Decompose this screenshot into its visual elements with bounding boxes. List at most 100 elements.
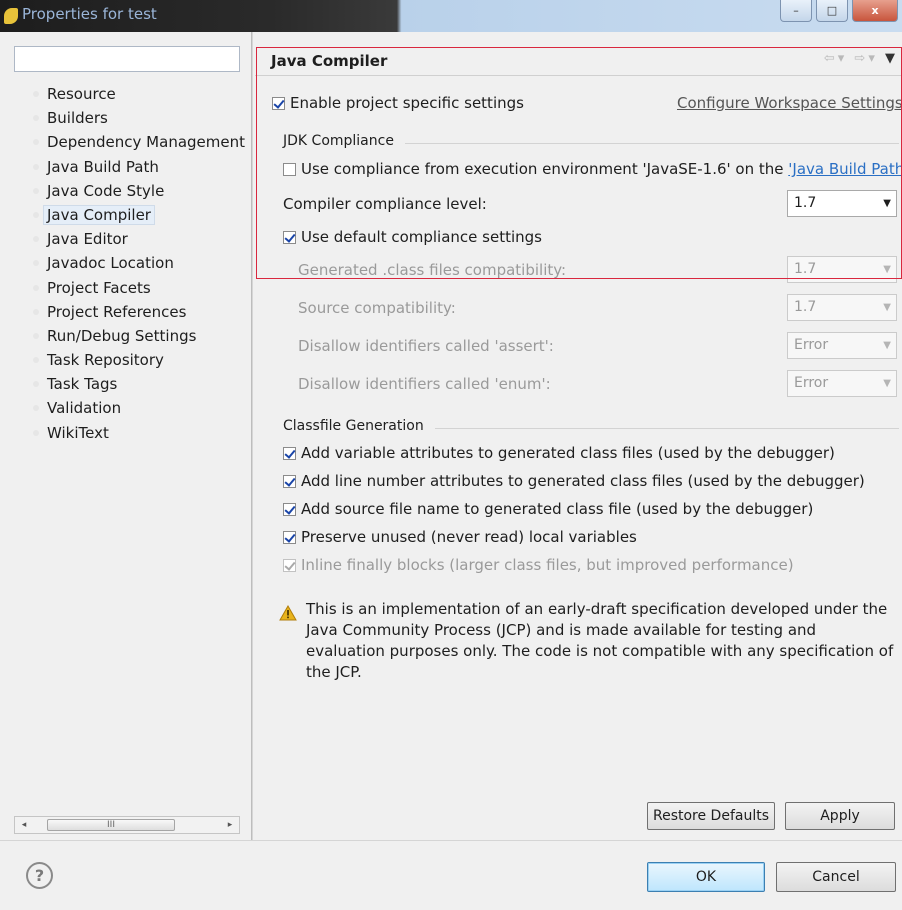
assert-identifier-select[interactable]: Error ▼ — [787, 332, 897, 359]
tree-bullet-icon — [33, 429, 39, 436]
apply-button[interactable]: Apply — [785, 802, 895, 830]
generated-compat-label: Generated .class files compatibility: — [298, 261, 567, 279]
property-page-tree-pane: Resource Builders Dependency Management Jav… — [0, 32, 251, 840]
use-exec-env-checkbox[interactable] — [283, 163, 296, 176]
tree-item[interactable]: Project References — [0, 300, 251, 324]
tree-bullet-icon — [33, 91, 39, 97]
close-button[interactable]: x — [852, 0, 898, 22]
generated-compat-select[interactable]: 1.7 ▼ — [787, 256, 897, 283]
source-compat-select[interactable]: 1.7 ▼ — [787, 294, 897, 321]
help-icon[interactable]: ? — [26, 862, 53, 889]
minimize-button[interactable]: – — [780, 0, 812, 22]
tree-item[interactable]: Validation — [0, 396, 251, 420]
tree-bullet-icon — [33, 405, 39, 412]
classfile-generation-group-title: Classfile Generation — [283, 418, 424, 434]
compliance-level-label: Compiler compliance level: — [283, 195, 487, 213]
warning-icon — [279, 605, 297, 621]
tree-item-label: Java Editor — [47, 230, 128, 249]
use-exec-env-compliance[interactable]: Use compliance from execution environmen… — [283, 160, 902, 178]
compliance-level-value: 1.7 — [794, 195, 817, 211]
group-divider — [435, 428, 899, 429]
enum-identifier-select[interactable]: Error ▼ — [787, 370, 897, 397]
tree-item[interactable]: Resource — [0, 82, 251, 106]
maximize-button[interactable]: □ — [816, 0, 848, 22]
title-bar: Properties for test – □ x — [0, 0, 902, 32]
classfile-option-checkbox[interactable] — [283, 475, 296, 488]
tree-item[interactable]: Project Facets — [0, 276, 251, 300]
tree-item[interactable]: Run/Debug Settings — [0, 324, 251, 348]
tree-item[interactable]: Java Build Path — [0, 155, 251, 179]
classfile-option[interactable]: Inline finally blocks (larger class file… — [283, 556, 794, 574]
configure-workspace-settings-link[interactable]: Configure Workspace Settings... — [677, 94, 902, 112]
classfile-option-checkbox[interactable] — [283, 503, 296, 516]
classfile-option-checkbox[interactable] — [283, 531, 296, 544]
enum-identifier-value: Error — [794, 375, 829, 391]
use-default-compliance[interactable]: Use default compliance settings — [283, 228, 542, 246]
java-build-path-link[interactable]: 'Java Build Path' — [788, 160, 902, 178]
tree-item-label: Java Build Path — [47, 157, 159, 176]
assert-identifier-label: Disallow identifiers called 'assert': — [298, 337, 554, 355]
enum-identifier-label: Disallow identifiers called 'enum': — [298, 375, 551, 393]
forward-arrow-icon[interactable]: ⇨ — [854, 51, 868, 66]
classfile-option-label: Add source file name to generated class … — [301, 500, 814, 518]
tree-bullet-icon — [33, 163, 39, 170]
classfile-option-label: Preserve unused (never read) local varia… — [301, 528, 637, 546]
group-divider — [405, 143, 899, 144]
page-title: Java Compiler — [271, 52, 388, 70]
classfile-option[interactable]: Add variable attributes to generated cla… — [283, 444, 835, 462]
tree-item[interactable]: Task Tags — [0, 372, 251, 396]
source-compat-label: Source compatibility: — [298, 299, 456, 317]
tree-bullet-icon — [33, 236, 39, 243]
classfile-option-checkbox[interactable] — [283, 447, 296, 460]
scroll-thumb[interactable]: III — [47, 819, 175, 831]
chevron-down-icon: ▼ — [883, 340, 891, 351]
eclipse-app-icon — [4, 8, 18, 24]
use-default-compliance-checkbox[interactable] — [283, 231, 296, 244]
tree-item[interactable]: Java Editor — [0, 227, 251, 251]
tree-item[interactable]: Javadoc Location — [0, 251, 251, 275]
tree-item-label: Builders — [47, 109, 108, 128]
tree-item-label: Resource — [47, 85, 116, 103]
tree-bullet-icon — [33, 187, 39, 194]
view-menu-icon[interactable]: ▼ — [885, 51, 898, 66]
classfile-option-checkbox[interactable] — [283, 559, 296, 572]
chevron-down-icon: ▼ — [883, 302, 891, 313]
use-exec-env-label: Use compliance from execution environmen… — [301, 160, 789, 178]
tree-item[interactable]: Task Repository — [0, 348, 251, 372]
scroll-left-arrow-icon[interactable]: ◂ — [16, 818, 32, 832]
source-compat-value: 1.7 — [794, 299, 817, 315]
tree-item[interactable]: Java Code Style — [0, 179, 251, 203]
window-controls: – □ x — [780, 0, 898, 22]
use-default-compliance-label: Use default compliance settings — [301, 228, 542, 246]
tree-bullet-icon — [33, 260, 39, 267]
tree-item[interactable]: Dependency Management — [0, 130, 251, 154]
classfile-option[interactable]: Add line number attributes to generated … — [283, 472, 865, 490]
tree-item[interactable]: Java Compiler — [0, 203, 251, 227]
scroll-right-arrow-icon[interactable]: ▸ — [222, 818, 238, 832]
tree-bullet-icon — [33, 357, 39, 364]
forward-menu-icon[interactable]: ▾ — [868, 51, 878, 66]
ok-button[interactable]: OK — [647, 862, 765, 892]
tree-item[interactable]: WikiText — [0, 421, 251, 445]
tree-horizontal-scrollbar[interactable]: ◂ III ▸ — [14, 816, 240, 834]
property-page-tree: Resource Builders Dependency Management Jav… — [0, 82, 251, 445]
classfile-option[interactable]: Add source file name to generated class … — [283, 500, 813, 518]
tree-bullet-icon — [33, 381, 39, 388]
enable-project-settings[interactable]: Enable project specific settings — [272, 94, 524, 112]
tree-item-label: Task Repository — [47, 351, 164, 370]
cancel-button[interactable]: Cancel — [776, 862, 896, 892]
compliance-level-select[interactable]: 1.7 ▼ — [787, 190, 897, 217]
back-menu-icon[interactable]: ▾ — [838, 51, 848, 66]
tree-item[interactable]: Builders — [0, 106, 251, 130]
enable-project-settings-checkbox[interactable] — [272, 97, 285, 110]
restore-defaults-button[interactable]: Restore Defaults — [647, 802, 775, 830]
tree-item-label: Javadoc Location — [47, 254, 174, 273]
tree-bullet-icon — [33, 308, 39, 315]
page-navigation: ⇦▾ ⇨▾ ▼ — [824, 51, 898, 66]
tree-item-label: Java Code Style — [47, 181, 165, 200]
back-arrow-icon[interactable]: ⇦ — [824, 51, 838, 66]
assert-identifier-value: Error — [794, 337, 829, 353]
classfile-option[interactable]: Preserve unused (never read) local varia… — [283, 528, 637, 546]
tree-bullet-icon — [33, 332, 39, 339]
filter-input[interactable] — [14, 46, 240, 72]
